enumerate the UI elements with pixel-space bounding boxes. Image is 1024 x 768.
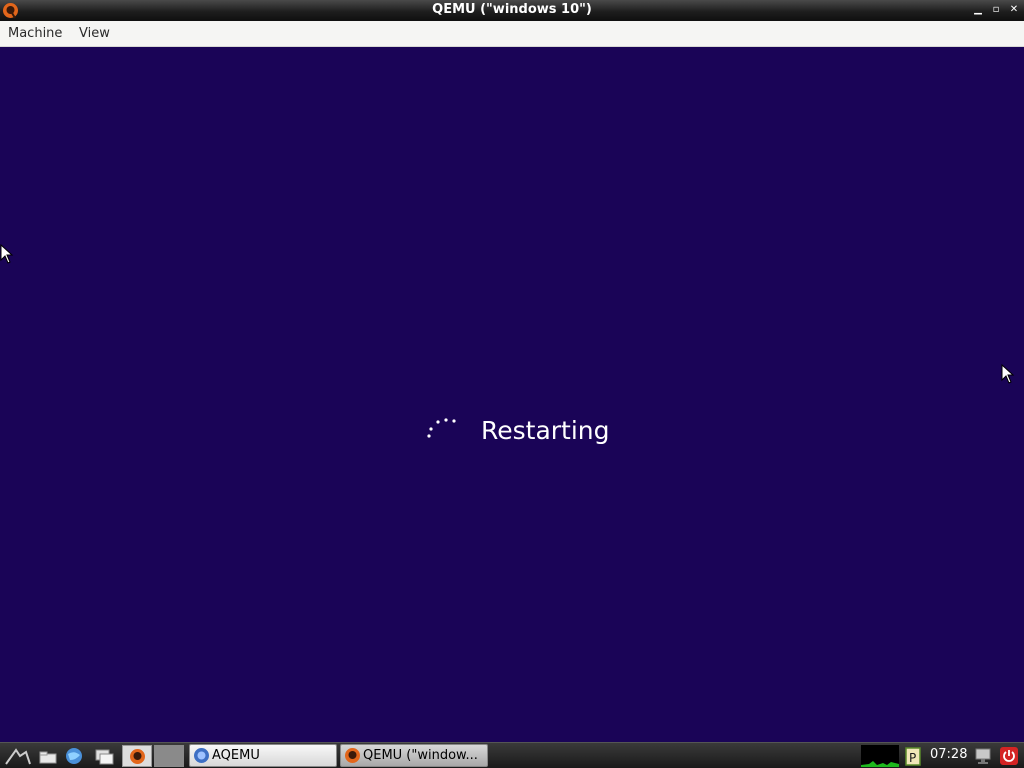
menubar: Machine View xyxy=(0,21,1024,47)
taskbar-separator xyxy=(154,745,184,767)
svg-text:P: P xyxy=(909,751,916,765)
task-aqemu[interactable]: AQEMU xyxy=(189,744,337,767)
start-menu-icon[interactable] xyxy=(4,746,32,766)
qemu-launcher-icon xyxy=(130,749,145,764)
menu-view[interactable]: View xyxy=(79,26,110,41)
close-icon[interactable]: ✕ xyxy=(1008,3,1020,17)
show-desktop-icon[interactable] xyxy=(94,746,114,766)
window-title: QEMU ("windows 10") xyxy=(432,2,592,17)
taskbar: AQEMU QEMU ("window... P 07:28 xyxy=(0,742,1024,768)
minimize-icon[interactable]: ▁ xyxy=(972,3,984,17)
mouse-cursor-icon xyxy=(0,244,14,264)
loading-dots-icon xyxy=(427,418,456,438)
task-qemu-label: QEMU ("window... xyxy=(363,748,478,763)
aqemu-icon xyxy=(194,748,209,763)
clipboard-icon[interactable]: P xyxy=(903,746,923,766)
file-manager-icon[interactable] xyxy=(38,746,58,766)
menu-machine[interactable]: Machine xyxy=(8,26,62,41)
power-icon[interactable] xyxy=(999,746,1019,766)
cpu-monitor xyxy=(861,745,899,767)
clock[interactable]: 07:28 xyxy=(930,747,967,762)
task-qemu-window[interactable]: QEMU ("window... xyxy=(340,744,488,767)
task-aqemu-label: AQEMU xyxy=(212,748,260,763)
host-cursor-icon xyxy=(1001,364,1015,384)
restarting-status-text: Restarting xyxy=(481,416,610,445)
vm-display[interactable]: Restarting xyxy=(0,47,1024,742)
network-icon[interactable] xyxy=(973,746,993,766)
qemu-launcher-button[interactable] xyxy=(122,745,152,767)
qemu-logo-icon xyxy=(345,748,360,763)
restore-icon[interactable]: ▫ xyxy=(990,3,1002,17)
browser-icon[interactable] xyxy=(64,746,84,766)
window-titlebar[interactable]: QEMU ("windows 10") ▁ ▫ ✕ xyxy=(0,0,1024,21)
